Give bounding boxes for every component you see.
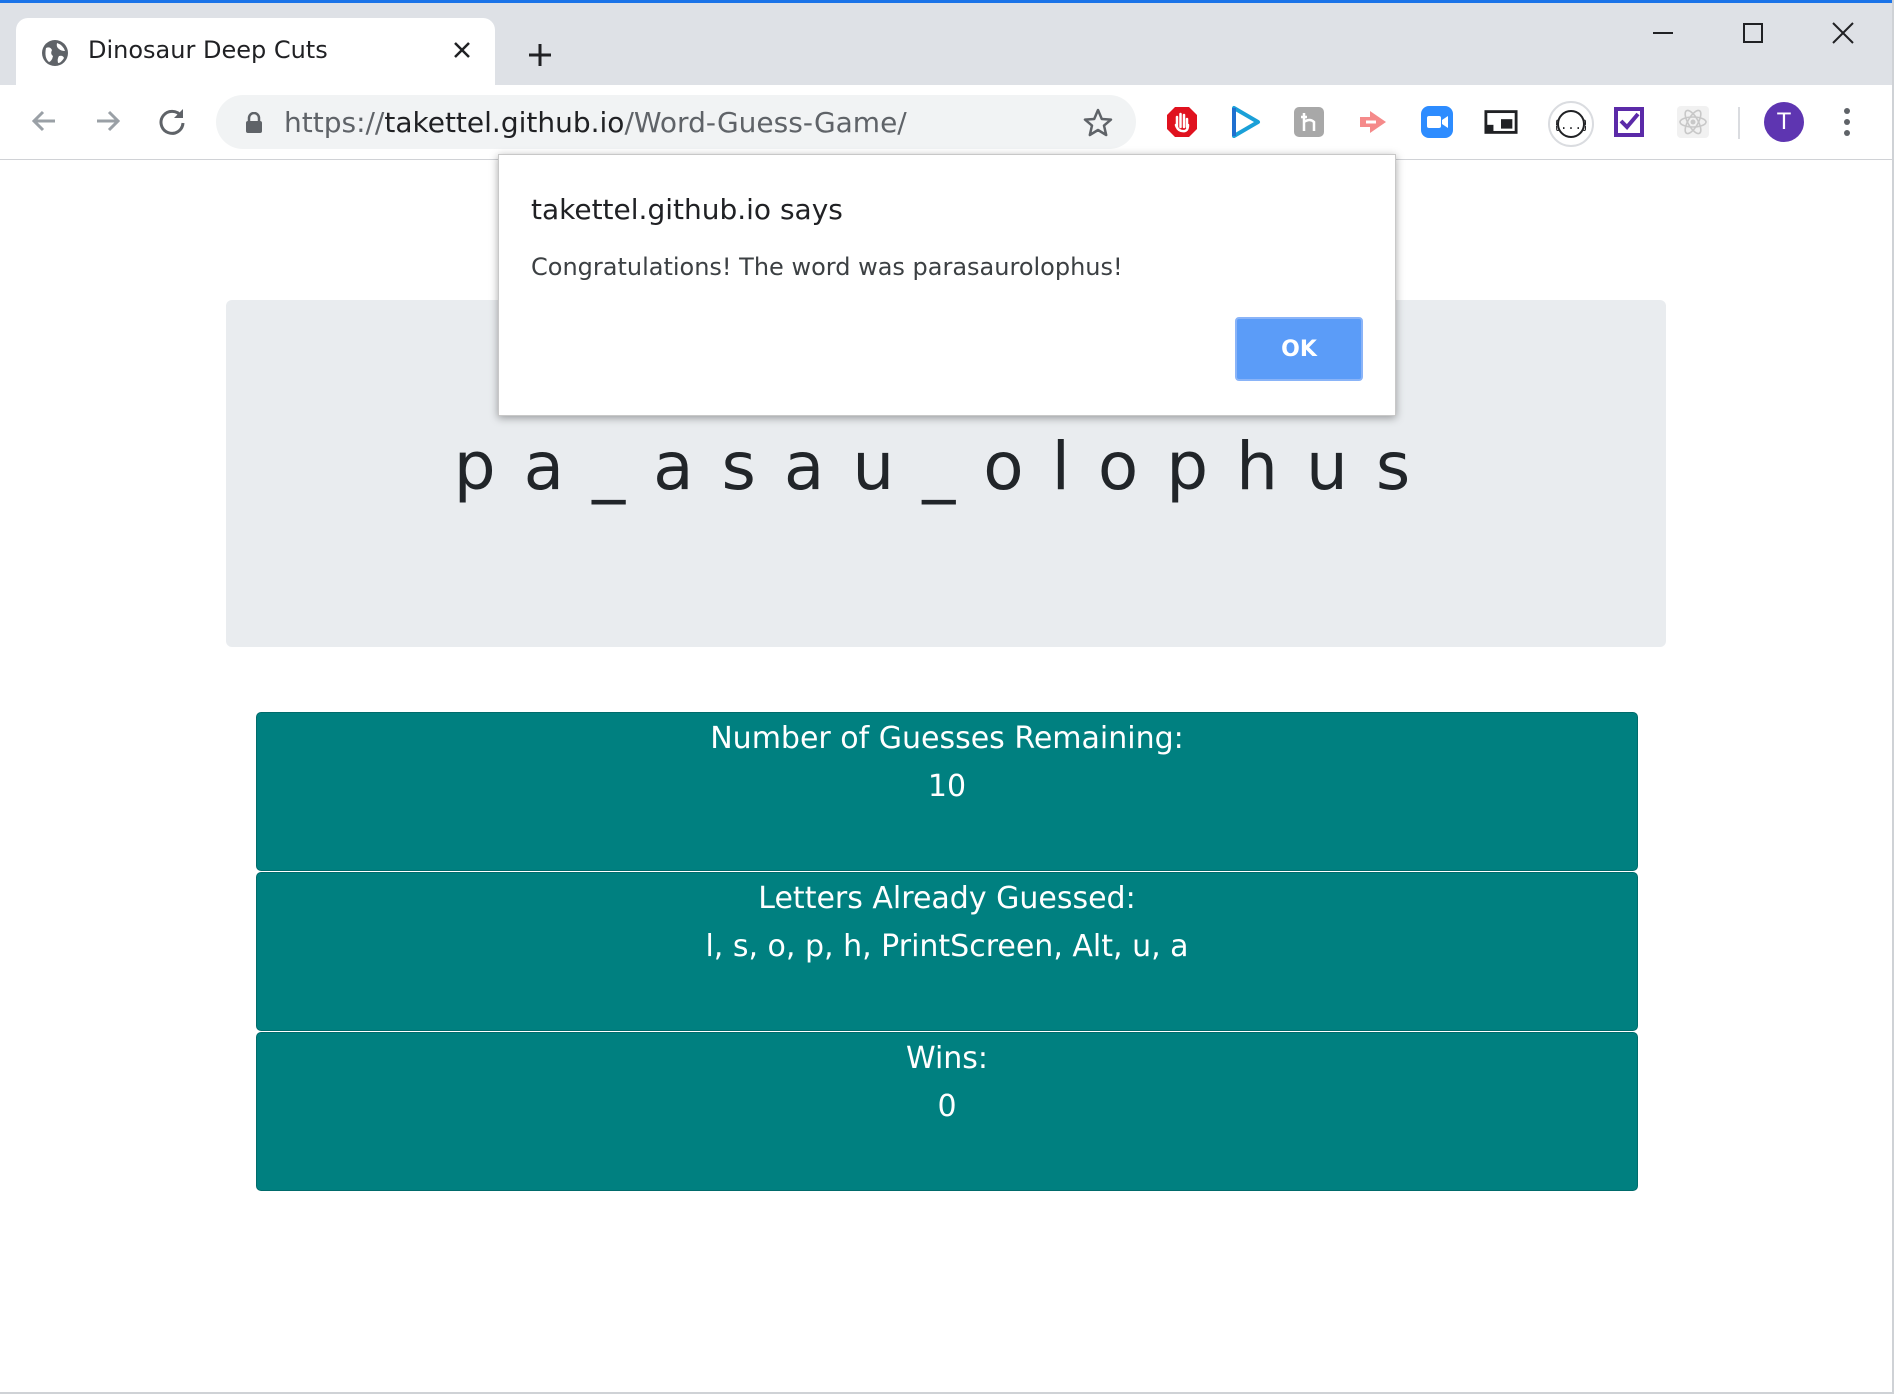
window-close-icon[interactable] [1808, 13, 1878, 53]
zoom-icon[interactable] [1420, 105, 1454, 139]
alert-dialog: takettel.github.io says Congratulations!… [498, 154, 1396, 416]
ok-button[interactable]: OK [1235, 317, 1363, 381]
code-icon[interactable]: {...} [1548, 101, 1594, 147]
bookmark-star-icon[interactable] [1082, 107, 1114, 139]
url-scheme: https:// [284, 106, 385, 139]
tab-title: Dinosaur Deep Cuts [88, 36, 328, 64]
profile-avatar[interactable]: T [1764, 102, 1804, 142]
wins-value: 0 [937, 1089, 957, 1124]
reload-icon[interactable] [152, 101, 192, 141]
toolbar-separator [1738, 107, 1740, 139]
h-icon[interactable] [1292, 105, 1326, 139]
play-icon[interactable] [1228, 105, 1262, 139]
browser-toolbar: https://takettel.github.io/Word-Guess-Ga… [0, 85, 1894, 160]
adblock-icon[interactable] [1165, 105, 1199, 139]
wins-panel: Wins: 0 [256, 1032, 1638, 1191]
url-text[interactable]: https://takettel.github.io/Word-Guess-Ga… [284, 106, 907, 139]
arrow-icon[interactable] [1356, 105, 1390, 139]
url-host: takettel.github.io [384, 106, 625, 139]
guesses-remaining-label: Number of Guesses Remaining: [710, 721, 1184, 756]
browser-tab[interactable]: Dinosaur Deep Cuts [16, 18, 495, 88]
globe-icon [40, 38, 70, 68]
react-icon[interactable] [1676, 105, 1710, 139]
lock-icon[interactable] [244, 111, 264, 134]
minimize-icon[interactable] [1628, 13, 1698, 53]
url-path: /Word-Guess-Game/ [624, 106, 907, 139]
letters-guessed-label: Letters Already Guessed: [758, 881, 1136, 916]
menu-dots-icon[interactable] [1832, 102, 1862, 142]
guesses-remaining-value: 10 [927, 769, 967, 804]
tab-strip: Dinosaur Deep Cuts [0, 3, 1894, 88]
svg-text:{...}: {...} [1556, 118, 1586, 132]
address-bar[interactable]: https://takettel.github.io/Word-Guess-Ga… [216, 95, 1136, 149]
current-word: pa_asau_olophus [453, 428, 1439, 505]
check-icon[interactable] [1612, 105, 1646, 139]
new-tab-icon[interactable] [520, 35, 560, 75]
back-arrow-icon[interactable] [24, 101, 64, 141]
guesses-remaining-panel: Number of Guesses Remaining: 10 [256, 712, 1638, 871]
tab-close-icon[interactable] [446, 34, 478, 66]
wins-label: Wins: [905, 1041, 989, 1076]
maximize-icon[interactable] [1718, 13, 1788, 53]
dialog-message: Congratulations! The word was parasaurol… [531, 253, 1123, 281]
letters-guessed-panel: Letters Already Guessed: l, s, o, p, h, … [256, 872, 1638, 1031]
dialog-title: takettel.github.io says [531, 193, 843, 226]
letters-guessed-value: l, s, o, p, h, PrintScreen, Alt, u, a [705, 929, 1189, 964]
cast-icon[interactable] [1484, 105, 1518, 139]
forward-arrow-icon[interactable] [88, 101, 128, 141]
